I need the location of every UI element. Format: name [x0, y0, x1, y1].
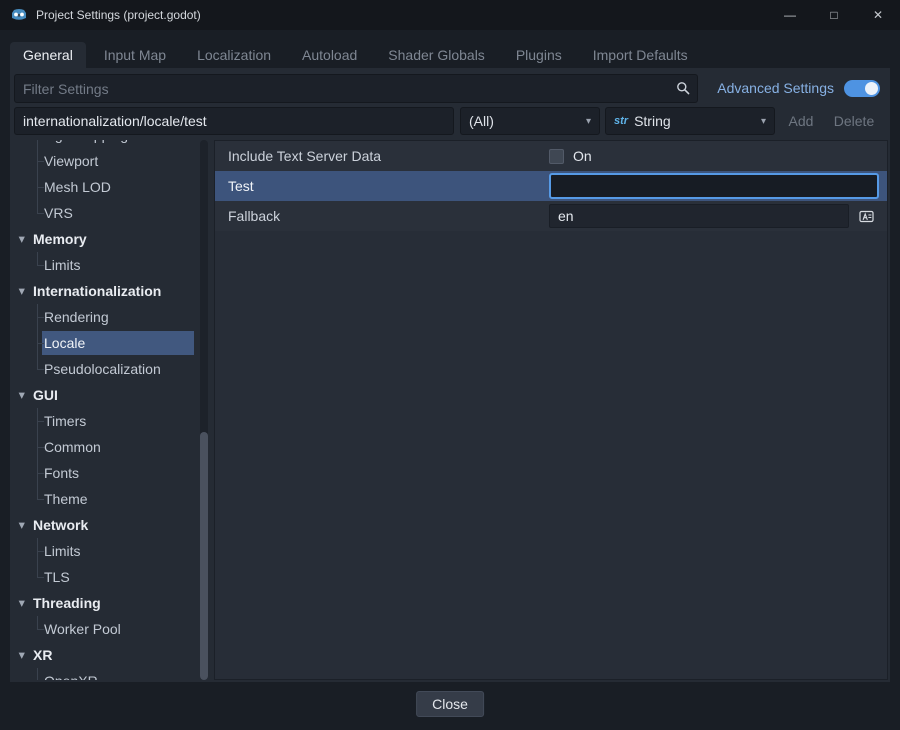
tab-general[interactable]: General: [10, 42, 86, 68]
locale-picker-icon: [859, 209, 874, 224]
window-controls: — □ ✕: [768, 0, 900, 30]
tree-item-tls[interactable]: TLS: [14, 564, 208, 590]
settings-row-test[interactable]: Test: [215, 171, 887, 201]
general-settings-panel: Advanced Settings (All) str String Add D…: [10, 68, 890, 682]
tree-section-memory[interactable]: Memory: [14, 226, 208, 252]
window-title: Project Settings (project.godot): [36, 8, 201, 22]
close-window-button[interactable]: ✕: [856, 0, 900, 30]
chevron-down-icon: [19, 519, 25, 532]
tree-guide-line: [37, 486, 38, 499]
tree-scrollbar[interactable]: [200, 140, 208, 680]
tree-guide-line: [37, 356, 38, 369]
property-path-input[interactable]: [14, 107, 454, 135]
tab-import-defaults[interactable]: Import Defaults: [580, 42, 701, 68]
tree-scrollbar-thumb[interactable]: [200, 432, 208, 680]
filter-settings-wrap: [14, 74, 698, 103]
settings-tabbar: General Input Map Localization Autoload …: [10, 42, 890, 68]
tab-localization[interactable]: Localization: [184, 42, 284, 68]
property-label: Test: [228, 178, 254, 194]
locale-settings-panel: Include Text Server Data On Test Fallbac…: [214, 140, 888, 680]
tree-section-network[interactable]: Network: [14, 512, 208, 538]
tree-item-fonts[interactable]: Fonts: [14, 460, 208, 486]
tree-item-vrs[interactable]: VRS: [14, 200, 208, 226]
tree-item-timers[interactable]: Timers: [14, 408, 208, 434]
fallback-value-input[interactable]: [549, 204, 849, 228]
chevron-down-icon: [19, 389, 25, 402]
chevron-down-icon: [19, 233, 25, 246]
chevron-down-icon: [19, 597, 25, 610]
tree-item-lightmapping[interactable]: Lightmapping: [14, 140, 208, 148]
test-value-input[interactable]: [549, 173, 879, 199]
tree-item-mesh-lod[interactable]: Mesh LOD: [14, 174, 208, 200]
tree-item-limits-memory[interactable]: Limits: [14, 252, 208, 278]
maximize-button[interactable]: □: [812, 0, 856, 30]
locale-picker-button[interactable]: [853, 204, 879, 228]
tab-input-map[interactable]: Input Map: [91, 42, 179, 68]
type-dropdown[interactable]: str String: [605, 107, 775, 135]
advanced-settings-label: Advanced Settings: [717, 74, 834, 103]
tree-item-theme[interactable]: Theme: [14, 486, 208, 512]
chevron-down-icon: [19, 649, 25, 662]
tree-item-rendering[interactable]: Rendering: [14, 304, 208, 330]
chevron-down-icon: [761, 116, 766, 127]
include-text-server-data-checkbox[interactable]: [549, 149, 564, 164]
tab-shader-globals[interactable]: Shader Globals: [375, 42, 498, 68]
search-icon: [676, 81, 690, 100]
godot-logo-icon: [10, 6, 28, 24]
tree-item-pseudolocalization[interactable]: Pseudolocalization: [14, 356, 208, 382]
settings-row-include-text-server-data[interactable]: Include Text Server Data On: [215, 141, 887, 171]
feature-filter-value: (All): [469, 113, 494, 129]
tab-autoload[interactable]: Autoload: [289, 42, 370, 68]
tree-guide-line: [37, 668, 38, 680]
checkbox-on-label: On: [573, 148, 592, 164]
feature-filter-dropdown[interactable]: (All): [460, 107, 600, 135]
minimize-button[interactable]: —: [768, 0, 812, 30]
tree-guide-line: [37, 140, 38, 148]
tree-guide-line: [37, 252, 38, 265]
add-property-button[interactable]: Add: [780, 107, 822, 135]
window-titlebar: Project Settings (project.godot) — □ ✕: [0, 0, 900, 30]
property-label: Fallback: [228, 208, 280, 224]
advanced-settings-toggle[interactable]: [844, 80, 880, 97]
tree-item-limits-network[interactable]: Limits: [14, 538, 208, 564]
string-type-icon: str: [614, 115, 628, 127]
close-button[interactable]: Close: [416, 691, 484, 717]
chevron-down-icon: [586, 116, 591, 127]
tree-section-internationalization[interactable]: Internationalization: [14, 278, 208, 304]
tree-section-xr[interactable]: XR: [14, 642, 208, 668]
tree-item-common[interactable]: Common: [14, 434, 208, 460]
tree-item-worker-pool[interactable]: Worker Pool: [14, 616, 208, 642]
tree-guide-line: [37, 200, 38, 213]
tree-guide-line: [37, 616, 38, 629]
tree-item-viewport[interactable]: Viewport: [14, 148, 208, 174]
property-label: Include Text Server Data: [228, 148, 381, 164]
type-value: String: [634, 113, 671, 129]
toggle-knob: [865, 82, 878, 95]
settings-row-fallback[interactable]: Fallback: [215, 201, 887, 231]
tree-section-gui[interactable]: GUI: [14, 382, 208, 408]
settings-section-tree: Lightmapping Viewport Mesh LOD VRS Memor…: [14, 140, 208, 680]
filter-settings-input[interactable]: [14, 74, 698, 103]
tree-item-locale[interactable]: Locale: [14, 330, 208, 356]
tab-plugins[interactable]: Plugins: [503, 42, 575, 68]
delete-property-button[interactable]: Delete: [826, 107, 882, 135]
tree-item-openxr[interactable]: OpenXR: [14, 668, 208, 680]
tree-guide-line: [37, 564, 38, 577]
tree-section-threading[interactable]: Threading: [14, 590, 208, 616]
chevron-down-icon: [19, 285, 25, 298]
